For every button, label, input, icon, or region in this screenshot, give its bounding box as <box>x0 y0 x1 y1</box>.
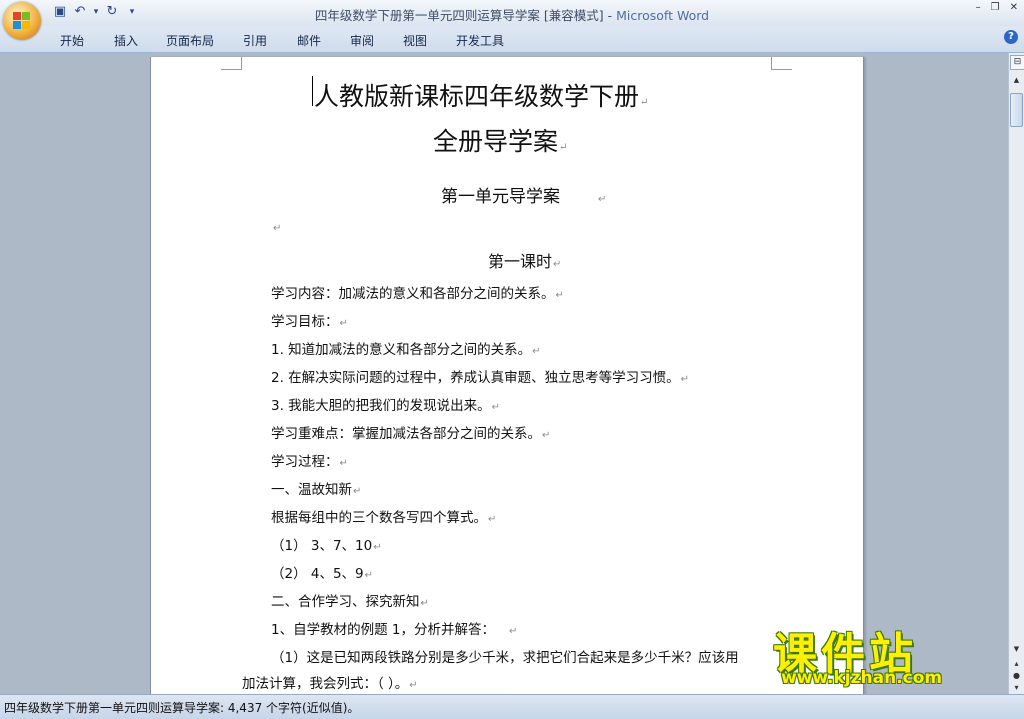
office-logo-icon <box>13 12 31 30</box>
document-name: 四年级数学下册第一单元四则运算导学案 [兼容模式] - <box>314 8 617 23</box>
tab-view[interactable]: 视图 <box>403 32 427 49</box>
tab-insert[interactable]: 插入 <box>114 32 138 49</box>
tab-references[interactable]: 引用 <box>243 32 267 49</box>
office-button[interactable] <box>3 2 41 40</box>
title-bar: ▣ ↶ ▾ ↻ ▾ 四年级数学下册第一单元四则运算导学案 [兼容模式] - Mi… <box>0 0 1024 26</box>
watermark-url: www.kjzhan.com <box>781 668 943 688</box>
doc-line: 根据每组中的三个数各写四个算式。↵ <box>271 510 497 526</box>
crop-mark-top-right <box>771 57 792 70</box>
doc-title-1: 人教版新课标四年级数学下册↵ <box>314 82 649 111</box>
tab-developer[interactable]: 开发工具 <box>456 32 504 49</box>
app-name: Microsoft Word <box>616 8 710 23</box>
vertical-scrollbar[interactable]: ⊟ ▲ ▼ ▴ ● ▾ <box>1008 53 1024 694</box>
restore-button[interactable]: ❐ <box>991 2 1000 13</box>
tab-page-layout[interactable]: 页面布局 <box>166 32 214 49</box>
doc-title-2: 全册导学案↵ <box>433 127 568 156</box>
doc-line: 1、自学教材的例题 1，分析并解答： ↵ <box>271 622 518 638</box>
close-button[interactable]: ✕ <box>1010 2 1018 13</box>
status-bar: 四年级数学下册第一单元四则运算导学案: 4,437 个字符(近似值)。 <box>0 694 1024 719</box>
tab-review[interactable]: 审阅 <box>350 32 374 49</box>
doc-line: 2. 在解决实际问题的过程中，养成认真审题、独立思考等学习习惯。↵ <box>271 370 690 386</box>
tab-mailings[interactable]: 邮件 <box>297 32 321 49</box>
tab-home[interactable]: 开始 <box>60 32 84 49</box>
unit-title: 第一单元导学案 ↵ <box>441 187 607 207</box>
minimize-button[interactable]: – <box>976 2 981 13</box>
window-title: 四年级数学下册第一单元四则运算导学案 [兼容模式] - Microsoft Wo… <box>0 5 1024 24</box>
scroll-down-arrow-icon[interactable]: ▼ <box>1010 643 1023 655</box>
doc-line: 学习重难点：掌握加减法各部分之间的关系。↵ <box>271 426 551 442</box>
document-area: 人教版新课标四年级数学下册↵ 全册导学案↵ 第一单元导学案 ↵ ↵ 第一课时↵ 学… <box>0 53 1008 694</box>
ruler-toggle-icon[interactable]: ⊟ <box>1010 55 1024 70</box>
ribbon-tabs: 开始 插入 页面布局 引用 邮件 审阅 视图 开发工具 <box>0 26 1024 53</box>
crop-mark-top-left <box>221 57 242 70</box>
doc-line: 1. 知道加减法的意义和各部分之间的关系。↵ <box>271 342 541 358</box>
document-page[interactable]: 人教版新课标四年级数学下册↵ 全册导学案↵ 第一单元导学案 ↵ ↵ 第一课时↵ 学… <box>150 57 864 694</box>
text-cursor <box>312 76 313 106</box>
doc-line: （2） 4、5、9↵ <box>271 566 374 582</box>
select-browse-object-icon[interactable]: ● <box>1010 671 1023 681</box>
doc-line: 一、温故知新↵ <box>271 482 362 498</box>
help-icon[interactable]: ? <box>1004 30 1018 44</box>
lesson-title: 第一课时↵ <box>488 252 562 271</box>
next-page-icon[interactable]: ▾ <box>1010 683 1023 693</box>
status-word-count[interactable]: 四年级数学下册第一单元四则运算导学案: 4,437 个字符(近似值)。 <box>4 699 359 716</box>
doc-line: 加法计算，我会列式：（ ）。↵ <box>242 676 418 692</box>
previous-page-icon[interactable]: ▴ <box>1010 659 1023 669</box>
scroll-up-arrow-icon[interactable]: ▲ <box>1010 73 1023 87</box>
doc-line: （1） 3、7、10↵ <box>271 538 382 554</box>
doc-line: 学习目标：↵ <box>271 314 348 330</box>
doc-line: 二、合作学习、探究新知↵ <box>271 594 429 610</box>
doc-line: 学习内容：加减法的意义和各部分之间的关系。↵ <box>271 286 564 302</box>
doc-line: 3. 我能大胆的把我们的发现说出来。↵ <box>271 398 501 414</box>
window-controls: – ❐ ✕ <box>976 2 1018 13</box>
doc-line: （1）这是已知两段铁路分别是多少千米，求把它们合起来是多少千米？应该用 <box>271 650 739 666</box>
scroll-thumb[interactable] <box>1010 93 1023 127</box>
doc-line: 学习过程：↵ <box>271 454 348 470</box>
empty-paragraph: ↵ <box>273 223 282 234</box>
